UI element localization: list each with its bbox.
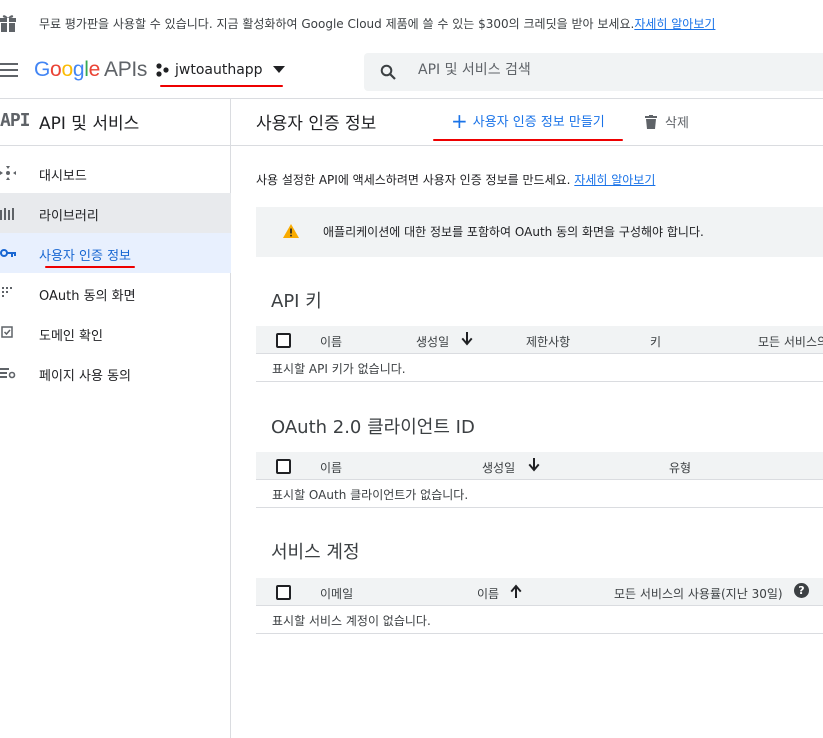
delete-label: 삭제	[665, 116, 689, 131]
api-logo-icon: API	[0, 110, 30, 131]
arrow-down-icon[interactable]	[461, 332, 473, 346]
column-header[interactable]: 제한사항	[526, 333, 570, 350]
main-header: 사용자 인증 정보 + 사용자 인증 정보 만들기 삭제	[231, 99, 823, 146]
intro-text: 사용 설정한 API에 액세스하려면 사용자 인증 정보를 만드세요. 자세히 …	[256, 171, 655, 188]
column-header[interactable]: 이름	[320, 459, 342, 476]
promo-learn-more-link[interactable]: 자세히 알아보기	[634, 17, 715, 31]
annotation-underline	[433, 139, 623, 141]
logo-suffix: APIs	[103, 58, 148, 81]
checkbox-icon	[1, 326, 13, 338]
sidebar-item-dashboard[interactable]: 대시보드	[0, 153, 231, 193]
column-header[interactable]: 이메일	[320, 585, 353, 602]
select-all-checkbox[interactable]	[276, 585, 291, 600]
promo-message: 무료 평가판을 사용할 수 있습니다. 지금 활성화하여 Google Clou…	[39, 17, 635, 31]
sidebar-item-label: 페이지 사용 동의	[39, 369, 131, 384]
intro-learn-more-link[interactable]: 자세히 알아보기	[574, 173, 655, 187]
sidebar-item-label: 도메인 확인	[39, 329, 103, 344]
empty-message: 표시할 서비스 계정이 없습니다.	[272, 614, 431, 628]
service-accounts-title: 서비스 계정	[271, 542, 360, 563]
sidebar: API API 및 서비스 대시보드 라이브러리 사용자 인증 정보 OAuth…	[0, 99, 231, 738]
sidebar-item-label: 사용자 인증 정보	[39, 249, 131, 264]
empty-message: 표시할 OAuth 클라이언트가 없습니다.	[272, 488, 469, 502]
arrow-down-icon[interactable]	[528, 458, 540, 472]
service-accounts-empty-row: 표시할 서비스 계정이 없습니다.	[256, 606, 823, 634]
annotation-underline	[45, 266, 135, 268]
page-title: 사용자 인증 정보	[256, 114, 377, 134]
promo-banner: 무료 평가판을 사용할 수 있습니다. 지금 활성화하여 Google Clou…	[0, 0, 823, 44]
main-content: 사용자 인증 정보 + 사용자 인증 정보 만들기 삭제 사용 설정한 API에…	[231, 99, 823, 738]
sidebar-item-oauth-consent[interactable]: OAuth 동의 화면	[0, 273, 231, 313]
create-credentials-button[interactable]: + 사용자 인증 정보 만들기	[451, 108, 605, 133]
arrow-up-icon[interactable]	[510, 584, 522, 598]
logo-letter: e	[88, 58, 101, 81]
oauth-warning-banner: 애플리케이션에 대한 정보를 포함하여 OAuth 동의 화면을 구성해야 합니…	[256, 207, 823, 257]
column-header[interactable]: 모든 서비스의 사용률(지난 30일)	[614, 585, 783, 602]
select-all-checkbox[interactable]	[276, 333, 291, 348]
api-keys-empty-row: 표시할 API 키가 없습니다.	[256, 354, 823, 382]
logo-letter: o	[61, 58, 73, 81]
warning-text: 애플리케이션에 대한 정보를 포함하여 OAuth 동의 화면을 구성해야 합니…	[323, 225, 704, 239]
consent-grid-icon	[2, 287, 12, 297]
create-credentials-label: 사용자 인증 정보 만들기	[472, 115, 605, 130]
chevron-down-icon	[272, 66, 285, 73]
intro-message: 사용 설정한 API에 액세스하려면 사용자 인증 정보를 만드세요.	[256, 173, 571, 187]
sidebar-item-label: 대시보드	[39, 169, 87, 184]
trash-icon	[645, 114, 657, 129]
key-icon	[0, 249, 16, 257]
library-icon	[0, 208, 14, 220]
sidebar-item-label: OAuth 동의 화면	[39, 289, 136, 304]
settings-list-icon	[0, 368, 16, 379]
sidebar-item-label: 라이브러리	[39, 209, 99, 224]
column-header[interactable]: 이름	[320, 333, 342, 350]
warning-icon	[283, 224, 299, 238]
help-icon[interactable]: ?	[794, 583, 809, 598]
project-selector[interactable]: jwtoauthapp	[155, 62, 285, 78]
column-header[interactable]: 생성일	[416, 333, 449, 350]
oauth-table-header: 이름 생성일 유형	[256, 452, 823, 480]
dashboard-icon	[0, 166, 16, 180]
oauth-clients-title: OAuth 2.0 클라이언트 ID	[271, 417, 475, 438]
api-keys-table-header: 이름 생성일 제한사항 키 모든 서비스의	[256, 326, 823, 354]
logo-letter: o	[50, 58, 62, 81]
service-accounts-table-header: 이메일 이름 모든 서비스의 사용률(지난 30일) ?	[256, 578, 823, 606]
logo-letter: g	[72, 58, 85, 81]
empty-message: 표시할 API 키가 없습니다.	[272, 362, 406, 376]
oauth-empty-row: 표시할 OAuth 클라이언트가 없습니다.	[256, 480, 823, 508]
project-dots-icon	[156, 63, 169, 77]
search-box[interactable]	[364, 53, 823, 91]
annotation-underline	[160, 85, 283, 87]
project-name: jwtoauthapp	[175, 62, 263, 78]
top-header: Google APIs jwtoauthapp	[0, 44, 823, 99]
hamburger-menu-icon[interactable]	[0, 63, 18, 77]
promo-text: 무료 평가판을 사용할 수 있습니다. 지금 활성화하여 Google Clou…	[39, 15, 715, 32]
plus-icon: +	[451, 108, 468, 133]
api-keys-title: API 키	[271, 291, 322, 312]
sidebar-item-library[interactable]: 라이브러리	[0, 193, 231, 233]
google-apis-logo[interactable]: Google APIs	[34, 58, 147, 82]
column-header[interactable]: 생성일	[482, 459, 515, 476]
column-header[interactable]: 유형	[669, 459, 691, 476]
search-icon	[380, 64, 396, 80]
sidebar-header: API API 및 서비스	[0, 99, 231, 146]
sidebar-title: API 및 서비스	[39, 114, 140, 134]
search-input[interactable]	[418, 62, 798, 78]
column-header[interactable]: 모든 서비스의	[758, 333, 823, 350]
logo-letter: G	[34, 58, 51, 81]
sidebar-item-page-usage-agreement[interactable]: 페이지 사용 동의	[0, 353, 231, 393]
select-all-checkbox[interactable]	[276, 459, 291, 474]
column-header[interactable]: 키	[650, 333, 661, 350]
column-header[interactable]: 이름	[477, 585, 499, 602]
gift-icon	[0, 15, 16, 32]
delete-button[interactable]: 삭제	[645, 112, 689, 131]
sidebar-item-domain-verification[interactable]: 도메인 확인	[0, 313, 231, 353]
